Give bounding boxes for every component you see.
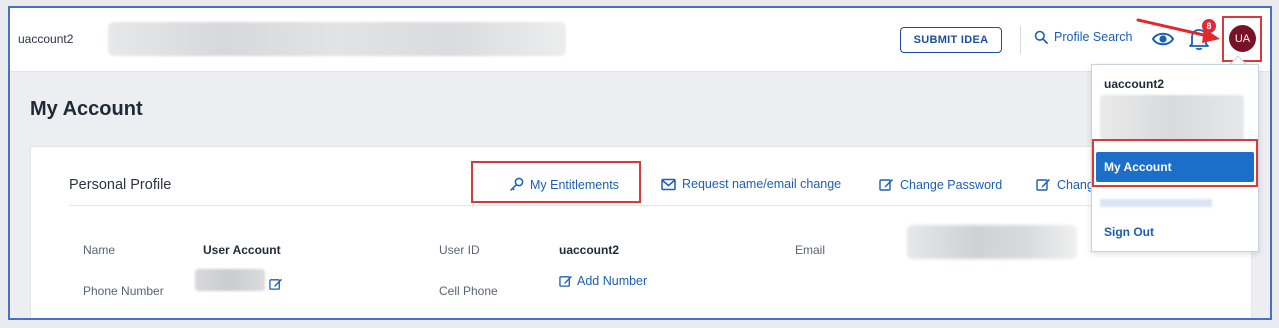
change-link-truncated[interactable]: Chang [1036, 177, 1094, 192]
submit-idea-button[interactable]: SUBMIT IDEA [900, 27, 1002, 53]
menu-item-sign-out[interactable]: Sign Out [1104, 225, 1154, 239]
menu-username: uaccount2 [1104, 77, 1165, 91]
header-divider [1020, 26, 1021, 54]
add-number-label: Add Number [577, 274, 648, 288]
change-password-label: Change Password [900, 177, 1003, 192]
section-divider [69, 205, 1209, 206]
page-title: My Account [30, 98, 143, 120]
edit-phone-icon[interactable] [269, 277, 283, 291]
userid-label: User ID [439, 243, 480, 257]
my-entitlements-link[interactable]: My Entitlements [509, 177, 619, 192]
email-label: Email [795, 243, 826, 257]
redacted-email [907, 225, 1077, 259]
key-icon [510, 177, 524, 191]
my-entitlements-label: My Entitlements [530, 177, 619, 192]
personal-profile-card: Personal Profile My Entitlements Request… [30, 146, 1252, 318]
profile-search-label: Profile Search [1054, 30, 1133, 44]
search-icon [1034, 30, 1048, 44]
profile-search-link[interactable]: Profile Search [1034, 30, 1133, 44]
avatar-highlight: UA [1222, 16, 1262, 62]
request-change-label: Request name/email change [682, 177, 842, 191]
redacted-header-content [108, 22, 566, 56]
edit-icon [559, 275, 573, 287]
app-window: uaccount2 SUBMIT IDEA Profile Search 8 U… [8, 6, 1272, 320]
user-menu-dropdown: uaccount2 My Account Sign Out [1091, 64, 1259, 252]
add-number-link[interactable]: Add Number [559, 274, 647, 288]
menu-item-my-account[interactable]: My Account [1096, 152, 1254, 182]
edit-icon [1036, 179, 1050, 191]
envelope-icon [661, 178, 676, 190]
change-password-link[interactable]: Change Password [879, 177, 1002, 192]
phone-label: Phone Number [83, 284, 164, 298]
menu-separator [1100, 199, 1212, 207]
account-name: uaccount2 [18, 32, 74, 46]
avatar[interactable]: UA [1229, 25, 1256, 52]
cell-phone-label: Cell Phone [439, 284, 498, 298]
section-title: Personal Profile [69, 177, 172, 193]
top-bar: uaccount2 SUBMIT IDEA Profile Search 8 U… [10, 8, 1270, 72]
annotation-arrow-icon [1136, 18, 1220, 43]
edit-icon [879, 179, 893, 191]
redacted-phone [195, 269, 265, 291]
request-change-link[interactable]: Request name/email change [661, 177, 841, 191]
userid-value: uaccount2 [559, 243, 620, 257]
redacted-user-details [1100, 95, 1244, 141]
name-label: Name [83, 243, 116, 257]
name-value: User Account [203, 243, 281, 257]
change-truncated-label: Chang [1057, 177, 1094, 192]
